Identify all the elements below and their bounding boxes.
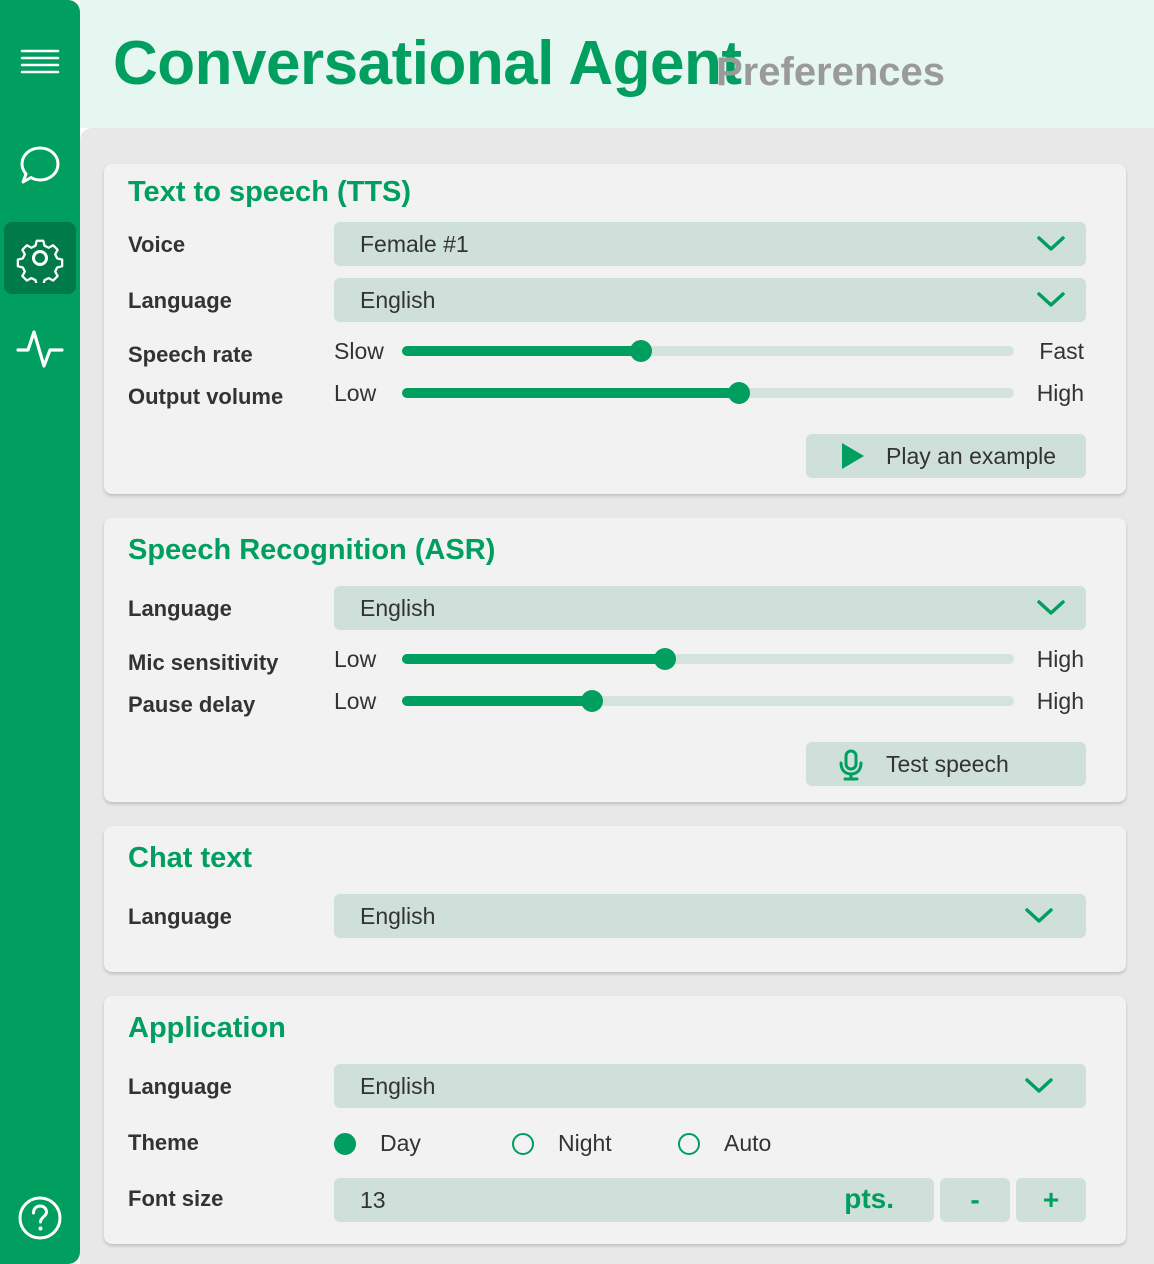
chevron-down-icon xyxy=(1025,1078,1053,1093)
chat-language-label: Language xyxy=(128,904,232,929)
activity-pulse-icon xyxy=(16,330,64,368)
test-speech-button[interactable]: Test speech xyxy=(806,742,1086,786)
chat-button[interactable] xyxy=(4,130,76,202)
mic-sensitivity-min: Low xyxy=(334,646,377,672)
pause-delay-min: Low xyxy=(334,688,377,714)
theme-option-day[interactable]: Day xyxy=(334,1130,421,1157)
mic-sensitivity-max: High xyxy=(1036,646,1084,672)
application-card: Application Language English Theme Day N… xyxy=(104,996,1126,1244)
test-speech-label: Test speech xyxy=(886,751,1009,777)
slider-thumb[interactable] xyxy=(629,340,652,362)
font-size-value: 13 xyxy=(360,1187,386,1213)
speech-rate-max: Fast xyxy=(1039,338,1084,364)
app-language-select[interactable]: English xyxy=(334,1064,1086,1108)
theme-option-label: Auto xyxy=(724,1130,772,1156)
asr-language-value: English xyxy=(360,595,436,621)
font-size-increment-button[interactable]: + xyxy=(1016,1178,1086,1222)
app-language-label: Language xyxy=(128,1074,232,1099)
chevron-down-icon xyxy=(1025,908,1053,923)
font-size-label: Font size xyxy=(128,1186,224,1211)
output-volume-max: High xyxy=(1036,380,1084,406)
page-subtitle: Preferences xyxy=(716,50,946,94)
voice-value: Female #1 xyxy=(360,231,469,257)
chevron-down-icon xyxy=(1037,236,1065,251)
voice-label: Voice xyxy=(128,232,186,257)
chat-bubble-icon xyxy=(20,146,60,184)
pause-delay-slider[interactable] xyxy=(402,690,1014,712)
output-volume-slider[interactable] xyxy=(402,382,1014,404)
output-volume-label: Output volume xyxy=(128,384,284,409)
slider-fill xyxy=(402,696,592,706)
activity-button[interactable] xyxy=(4,312,76,384)
tts-title: Text to speech (TTS) xyxy=(128,176,412,208)
theme-option-label: Night xyxy=(558,1130,612,1156)
chat-text-title: Chat text xyxy=(128,842,253,874)
slider-thumb[interactable] xyxy=(727,382,750,404)
asr-card: Speech Recognition (ASR) Language Englis… xyxy=(104,518,1126,802)
settings-button[interactable] xyxy=(4,222,76,294)
font-size-unit: pts. xyxy=(844,1183,894,1214)
theme-label: Theme xyxy=(128,1130,199,1155)
radio-button[interactable] xyxy=(678,1132,700,1155)
gear-icon xyxy=(16,239,64,283)
chevron-down-icon xyxy=(1037,600,1065,615)
font-size-input[interactable]: 13 pts. xyxy=(334,1178,934,1222)
slider-thumb[interactable] xyxy=(654,648,677,670)
chat-language-select[interactable]: English xyxy=(334,894,1086,938)
hamburger-menu-icon xyxy=(20,49,60,74)
speech-rate-slider[interactable] xyxy=(402,340,1014,362)
mic-sensitivity-label: Mic sensitivity xyxy=(128,650,279,675)
output-volume-min: Low xyxy=(334,380,377,406)
radio-button[interactable] xyxy=(334,1132,356,1155)
microphone-icon xyxy=(839,749,863,781)
play-example-button[interactable]: Play an example xyxy=(806,434,1086,478)
app-title: Conversational Agent xyxy=(113,29,742,98)
menu-button[interactable] xyxy=(4,26,76,98)
help-circle-icon xyxy=(18,1196,62,1240)
slider-fill xyxy=(402,346,641,356)
slider-fill xyxy=(402,388,739,398)
play-example-label: Play an example xyxy=(886,443,1057,469)
asr-title: Speech Recognition (ASR) xyxy=(128,534,496,566)
slider-thumb[interactable] xyxy=(580,690,603,712)
application-title: Application xyxy=(128,1012,286,1044)
asr-language-select[interactable]: English xyxy=(334,586,1086,630)
app-language-value: English xyxy=(360,1073,436,1099)
theme-option-auto[interactable]: Auto xyxy=(678,1130,771,1157)
asr-language-label: Language xyxy=(128,596,232,621)
tts-language-label: Language xyxy=(128,288,232,313)
radio-button[interactable] xyxy=(512,1132,534,1155)
tts-card: Text to speech (TTS) Voice Female #1 Lan… xyxy=(104,164,1126,494)
slider-fill xyxy=(402,654,666,664)
font-size-decrement-button[interactable]: - xyxy=(940,1178,1010,1222)
tts-language-select[interactable]: English xyxy=(334,278,1086,322)
help-button[interactable] xyxy=(4,1182,76,1254)
pause-delay-label: Pause delay xyxy=(128,692,256,717)
header: Conversational Agent Preferences xyxy=(80,0,1154,128)
chat-text-card: Chat text Language English xyxy=(104,826,1126,972)
speech-rate-min: Slow xyxy=(334,338,384,364)
pause-delay-max: High xyxy=(1036,688,1084,714)
theme-option-night[interactable]: Night xyxy=(512,1130,612,1157)
play-icon xyxy=(842,443,864,469)
chevron-down-icon xyxy=(1037,292,1065,307)
sidebar xyxy=(0,0,80,1264)
voice-select[interactable]: Female #1 xyxy=(334,222,1086,266)
tts-language-value: English xyxy=(360,287,436,313)
chat-language-value: English xyxy=(360,903,436,929)
speech-rate-label: Speech rate xyxy=(128,342,253,367)
mic-sensitivity-slider[interactable] xyxy=(402,648,1014,670)
theme-option-label: Day xyxy=(380,1130,421,1156)
